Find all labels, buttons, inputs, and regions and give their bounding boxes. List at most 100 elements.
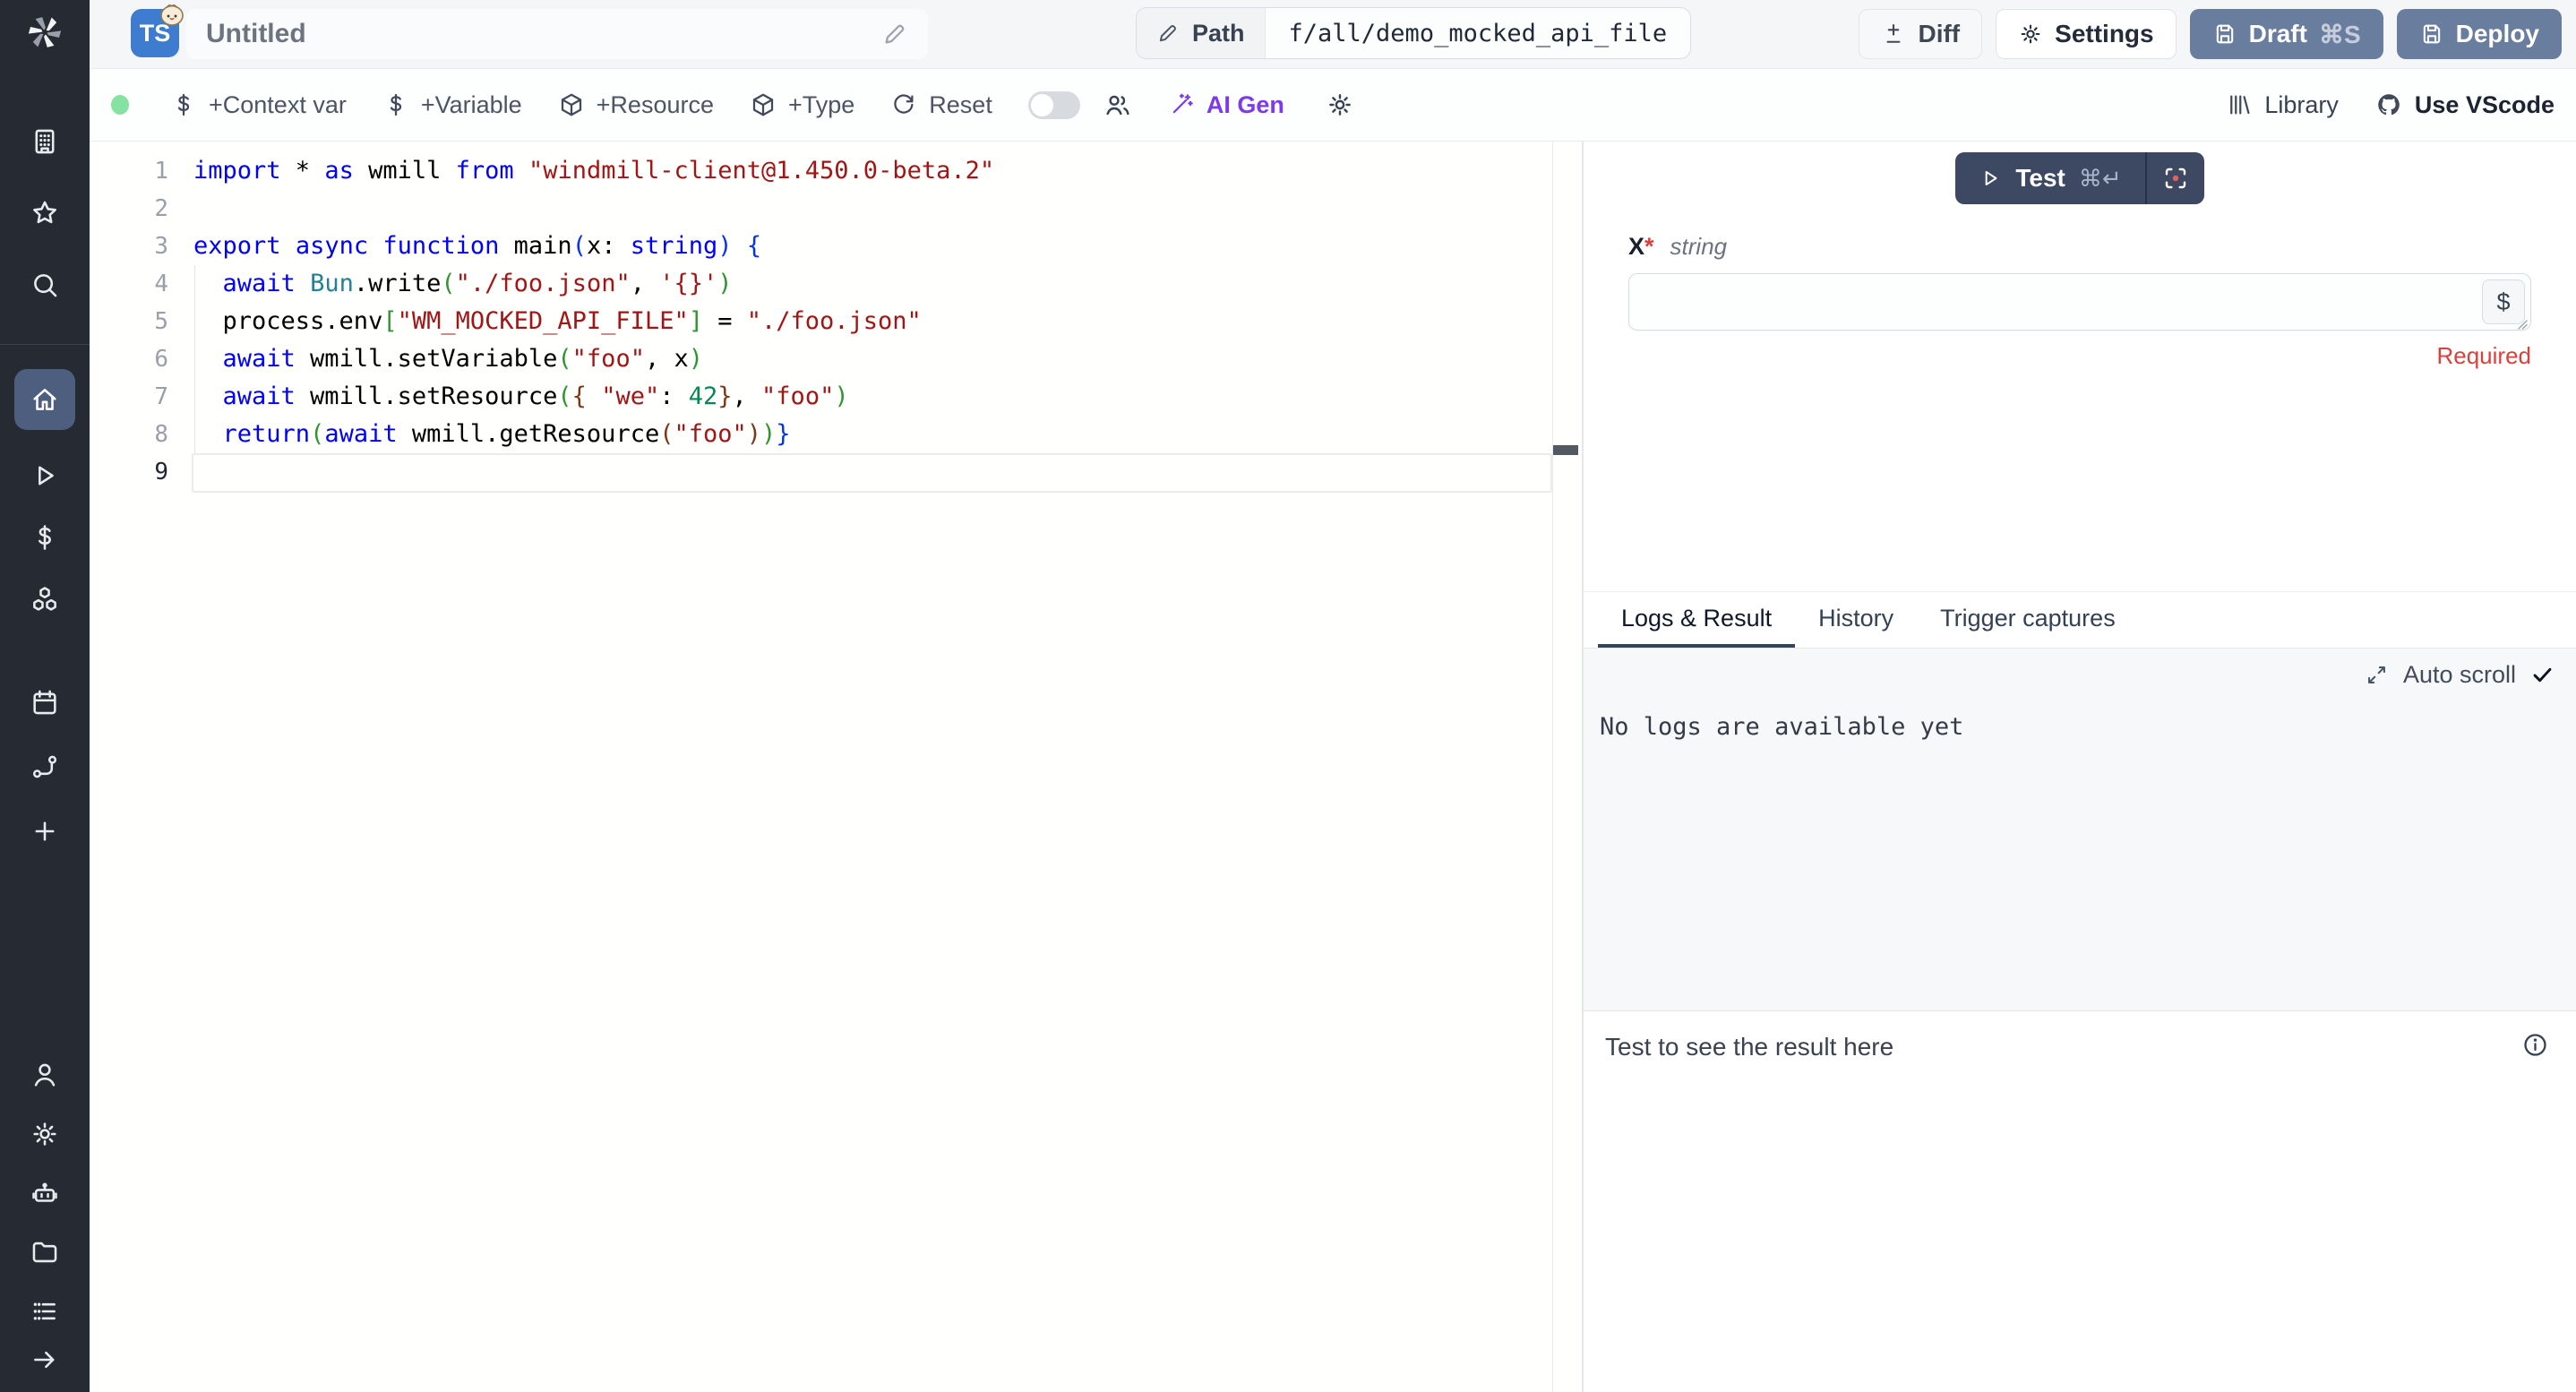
package-icon xyxy=(558,91,585,118)
line-number: 7 xyxy=(90,378,168,416)
toolbar-type[interactable]: +Type xyxy=(750,91,854,119)
deploy-button[interactable]: Deploy xyxy=(2397,9,2562,59)
play-icon xyxy=(30,460,60,491)
line-content[interactable]: process.env["WM_MOCKED_API_FILE"] = "./f… xyxy=(168,303,922,340)
toolbar-variable[interactable]: +Variable xyxy=(382,91,522,119)
toolbar-context-var[interactable]: +Context var xyxy=(170,91,347,119)
diff-button[interactable]: Diff xyxy=(1859,9,1982,59)
tab-trigger-captures[interactable]: Trigger captures xyxy=(1917,592,2139,648)
tab-history[interactable]: History xyxy=(1795,592,1917,648)
test-button[interactable]: Test ⌘↵ xyxy=(1955,152,2144,204)
line-content[interactable] xyxy=(168,453,193,491)
ai-gen-button[interactable]: AI Gen xyxy=(1168,91,1284,119)
reset-icon xyxy=(890,91,917,118)
line-content[interactable]: return(await wmill.getResource("foo"))} xyxy=(168,416,791,453)
settings-button[interactable]: Settings xyxy=(1996,9,2176,59)
line-number: 1 xyxy=(90,152,168,190)
sidebar-item-list[interactable] xyxy=(29,1295,61,1328)
code-line-5[interactable]: 5 process.env["WM_MOCKED_API_FILE"] = ".… xyxy=(90,303,1582,340)
code-line-9[interactable]: 9 xyxy=(90,453,1582,491)
code-editor[interactable]: 1import * as wmill from "windmill-client… xyxy=(90,142,1582,1392)
sidebar-item-robot[interactable] xyxy=(29,1177,61,1209)
capture-test-button[interactable] xyxy=(2147,152,2204,204)
users-icon[interactable] xyxy=(1103,90,1132,119)
gear-icon[interactable] xyxy=(1326,90,1354,119)
route-icon xyxy=(30,752,60,782)
sidebar-item-plus[interactable] xyxy=(29,815,61,847)
line-content[interactable]: await Bun.write("./foo.json", '{}') xyxy=(168,265,733,303)
insert-buttons: +Context var +Variable +Resource +Type Reset xyxy=(170,91,992,119)
code-area[interactable]: 1import * as wmill from "windmill-client… xyxy=(90,152,1582,491)
use-vscode-button[interactable]: Use VScode xyxy=(2374,90,2555,119)
resize-grip-icon[interactable] xyxy=(2513,315,2529,331)
sidebar-item-dollar[interactable] xyxy=(29,521,61,554)
edit-title-pencil-icon[interactable] xyxy=(881,21,908,47)
sidebar-item-star[interactable] xyxy=(29,197,61,229)
no-logs-message: No logs are available yet xyxy=(1600,713,1963,741)
toolbar-button-label: +Context var xyxy=(209,91,347,119)
settings-label: Settings xyxy=(2055,20,2153,48)
gear-icon xyxy=(2018,21,2043,47)
toolbar-resource[interactable]: +Resource xyxy=(558,91,714,119)
line-content[interactable]: import * as wmill from "windmill-client@… xyxy=(168,152,994,190)
script-title-field[interactable]: Untitled xyxy=(186,9,928,59)
argument-input[interactable] xyxy=(1628,273,2531,331)
expand-icon[interactable] xyxy=(2365,663,2389,687)
plus-icon xyxy=(30,816,60,846)
sidebar-item-folder[interactable] xyxy=(29,1236,61,1268)
overview-ruler[interactable] xyxy=(1552,142,1553,1392)
result-area: Test to see the result here xyxy=(1584,1010,2576,1392)
scan-record-icon xyxy=(2161,164,2190,193)
windmill-logo[interactable] xyxy=(25,13,64,52)
line-content[interactable]: await wmill.setVariable("foo", x) xyxy=(168,340,703,378)
overview-ruler-cursor-marker xyxy=(1553,445,1578,455)
github-icon xyxy=(2374,90,2403,119)
code-line-7[interactable]: 7 await wmill.setResource({ "we": 42}, "… xyxy=(90,378,1582,416)
magic-wand-icon xyxy=(1168,91,1195,118)
line-content[interactable] xyxy=(168,190,193,228)
sidebar-item-user[interactable] xyxy=(29,1059,61,1091)
path-selector[interactable]: Path f/all/demo_mocked_api_file xyxy=(1136,7,1691,59)
test-shortcut: ⌘↵ xyxy=(2079,165,2122,193)
code-line-1[interactable]: 1import * as wmill from "windmill-client… xyxy=(90,152,1582,190)
draft-button[interactable]: Draft ⌘S xyxy=(2190,9,2383,59)
required-asterisk: * xyxy=(1644,233,1654,260)
test-row: Test ⌘↵ xyxy=(1584,152,2576,204)
sidebar-bottom-group xyxy=(0,1059,90,1376)
sidebar-item-gear[interactable] xyxy=(29,1118,61,1150)
dollar-icon xyxy=(382,91,409,118)
code-line-3[interactable]: 3export async function main(x: string) { xyxy=(90,228,1582,265)
line-number: 9 xyxy=(90,453,168,491)
package-icon xyxy=(750,91,777,118)
calendar-icon xyxy=(30,687,60,717)
library-button[interactable]: Library xyxy=(2226,91,2339,119)
sidebar-item-cubes[interactable] xyxy=(29,583,61,615)
sidebar-item-route[interactable] xyxy=(29,751,61,783)
multiplayer-toggle[interactable] xyxy=(1028,91,1080,119)
line-content[interactable]: export async function main(x: string) { xyxy=(168,228,761,265)
line-number: 2 xyxy=(90,190,168,228)
cubes-icon xyxy=(30,584,60,614)
code-line-2[interactable]: 2 xyxy=(90,190,1582,228)
sidebar-item-play[interactable] xyxy=(29,460,61,492)
sidebar-item-calendar[interactable] xyxy=(29,686,61,718)
path-button[interactable]: Path xyxy=(1137,8,1266,58)
ai-gen-label: AI Gen xyxy=(1206,91,1284,119)
sidebar-item-home[interactable] xyxy=(14,369,75,430)
sidebar-item-search[interactable] xyxy=(29,269,61,301)
path-value[interactable]: f/all/demo_mocked_api_file xyxy=(1266,8,1691,58)
info-icon[interactable] xyxy=(2521,1031,2549,1059)
script-title: Untitled xyxy=(206,19,306,49)
toolbar-reset[interactable]: Reset xyxy=(890,91,992,119)
use-vscode-label: Use VScode xyxy=(2415,91,2555,119)
code-line-8[interactable]: 8 return(await wmill.getResource("foo"))… xyxy=(90,416,1582,453)
autoscroll-label: Auto scroll xyxy=(2403,661,2516,689)
sidebar-item-building[interactable] xyxy=(29,125,61,158)
line-content[interactable]: await wmill.setResource({ "we": 42}, "fo… xyxy=(168,378,849,416)
code-line-6[interactable]: 6 await wmill.setVariable("foo", x) xyxy=(90,340,1582,378)
save-icon xyxy=(2419,21,2444,47)
autoscroll-toggle[interactable]: Auto scroll xyxy=(2365,661,2555,689)
tab-logs-result[interactable]: Logs & Result xyxy=(1598,592,1795,648)
sidebar-item-arrow-right[interactable] xyxy=(29,1344,61,1376)
code-line-4[interactable]: 4 await Bun.write("./foo.json", '{}') xyxy=(90,265,1582,303)
